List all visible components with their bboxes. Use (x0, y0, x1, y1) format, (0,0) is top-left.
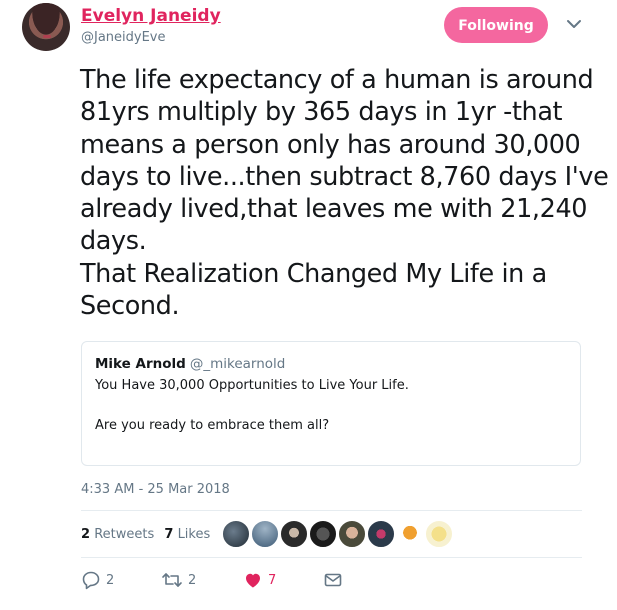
tweet-line: The life expectancy of a human is around (80, 65, 594, 95)
like-count: 7 (268, 572, 277, 588)
author-handle[interactable]: @JaneidyEve (81, 30, 166, 45)
chevron-down-icon[interactable] (566, 18, 582, 30)
reply-icon (82, 571, 100, 590)
direct-message-action[interactable] (323, 570, 343, 590)
tweet-line: Second. (80, 291, 180, 322)
tweet-line: 81yrs multiply by 365 days in 1yr -that (80, 97, 563, 128)
retweet-count: 2 (188, 572, 197, 588)
tweet-line: days. (80, 226, 147, 257)
like-action[interactable]: 7 (243, 570, 276, 590)
tweet-actions: 2 2 7 (81, 570, 381, 594)
likes-label: Likes (177, 527, 211, 542)
heart-icon (246, 573, 260, 588)
following-button[interactable]: Following (444, 7, 548, 43)
retweets-label: Retweets (94, 527, 155, 542)
tweet-line: means a person only has around 30,000 (80, 129, 581, 160)
reply-count: 2 (106, 572, 115, 588)
tweet-line: That Realization Changed My Life in a (80, 258, 547, 289)
liker-avatar[interactable] (251, 520, 279, 548)
liker-avatar[interactable] (425, 520, 453, 548)
quoted-author-handle: @_mikearnold (189, 356, 286, 372)
reply-action[interactable]: 2 (81, 570, 114, 590)
quoted-author: Mike Arnold @_mikearnold (95, 356, 285, 372)
author-display-name[interactable]: Evelyn Janeidy (81, 6, 221, 26)
tweet-line: already lived,that leaves me with 21,240 (80, 194, 588, 225)
quoted-text-line: You Have 30,000 Opportunities to Live Yo… (95, 378, 409, 393)
tweet-timestamp[interactable]: 4:33 AM - 25 Mar 2018 (81, 482, 230, 497)
retweet-icon (162, 573, 182, 587)
divider (81, 557, 582, 558)
envelope-icon (324, 573, 342, 587)
retweets-count: 2 (81, 527, 91, 542)
liker-avatar[interactable] (396, 520, 424, 548)
liker-avatar[interactable] (338, 520, 366, 548)
retweet-action[interactable]: 2 (161, 570, 196, 590)
tweet-line: days to live...then subtract 8,760 days … (80, 161, 609, 192)
quoted-author-name: Mike Arnold (95, 356, 186, 372)
quoted-tweet[interactable]: Mike Arnold @_mikearnold You Have 30,000 … (81, 341, 581, 466)
liker-avatar[interactable] (222, 520, 250, 548)
likes-count: 7 (164, 527, 174, 542)
liker-avatar[interactable] (309, 520, 337, 548)
tweet-text: The life expectancy of a human is around… (80, 64, 610, 322)
likes-stat[interactable]: 7 Likes (164, 527, 210, 542)
avatar-lips (43, 35, 51, 38)
tweet-stats: 2 Retweets 7 Likes (81, 527, 210, 542)
retweets-stat[interactable]: 2 Retweets (81, 527, 154, 542)
liker-avatar[interactable] (367, 520, 395, 548)
divider (81, 510, 582, 511)
liker-avatar[interactable] (280, 520, 308, 548)
avatar-hair (22, 3, 70, 51)
author-avatar[interactable] (22, 3, 70, 51)
quoted-text-line: Are you ready to embrace them all? (95, 418, 330, 433)
